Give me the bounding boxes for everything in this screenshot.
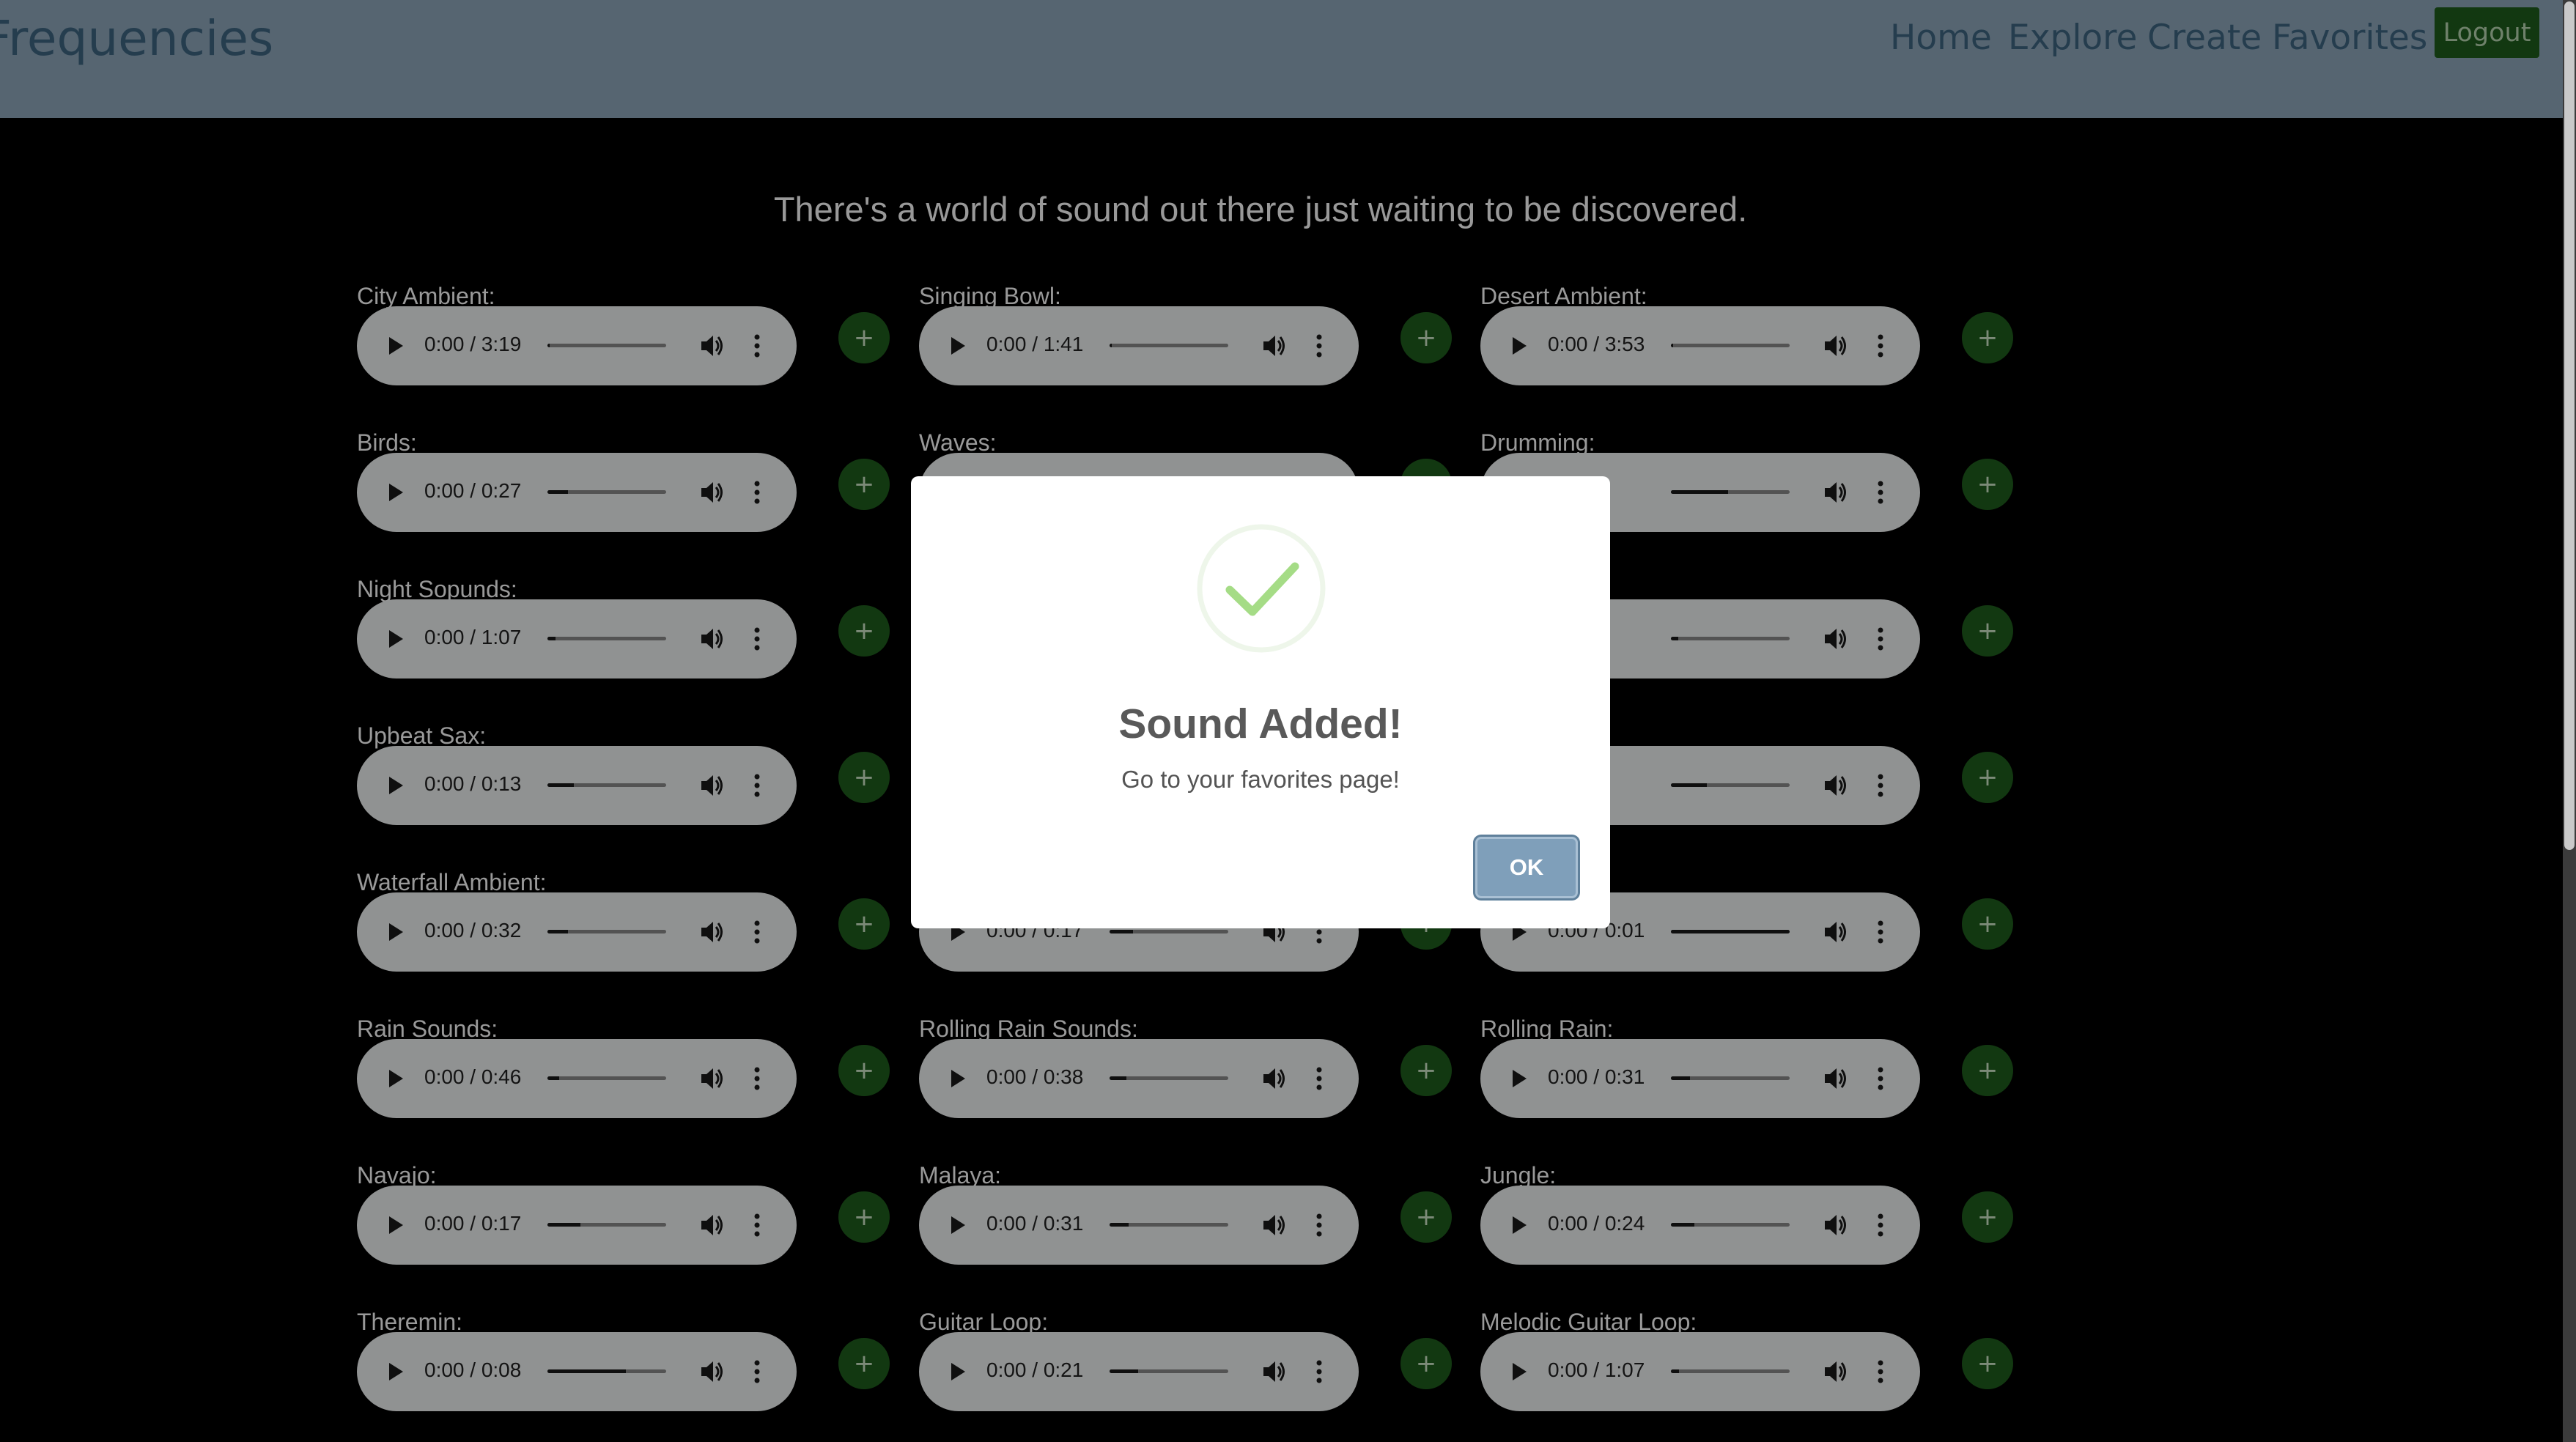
scrollbar-thumb[interactable] (2564, 1, 2575, 850)
modal-backdrop[interactable]: Sound Added! Go to your favorites page! … (0, 0, 2563, 1442)
dialog-message: Go to your favorites page! (1121, 766, 1400, 793)
sound-added-dialog: Sound Added! Go to your favorites page! … (911, 476, 1610, 928)
dialog-title: Sound Added! (1118, 700, 1403, 747)
ok-button[interactable]: OK (1475, 837, 1578, 898)
checkmark-icon (1197, 524, 1326, 653)
page-scrollbar[interactable] (2563, 0, 2576, 1442)
